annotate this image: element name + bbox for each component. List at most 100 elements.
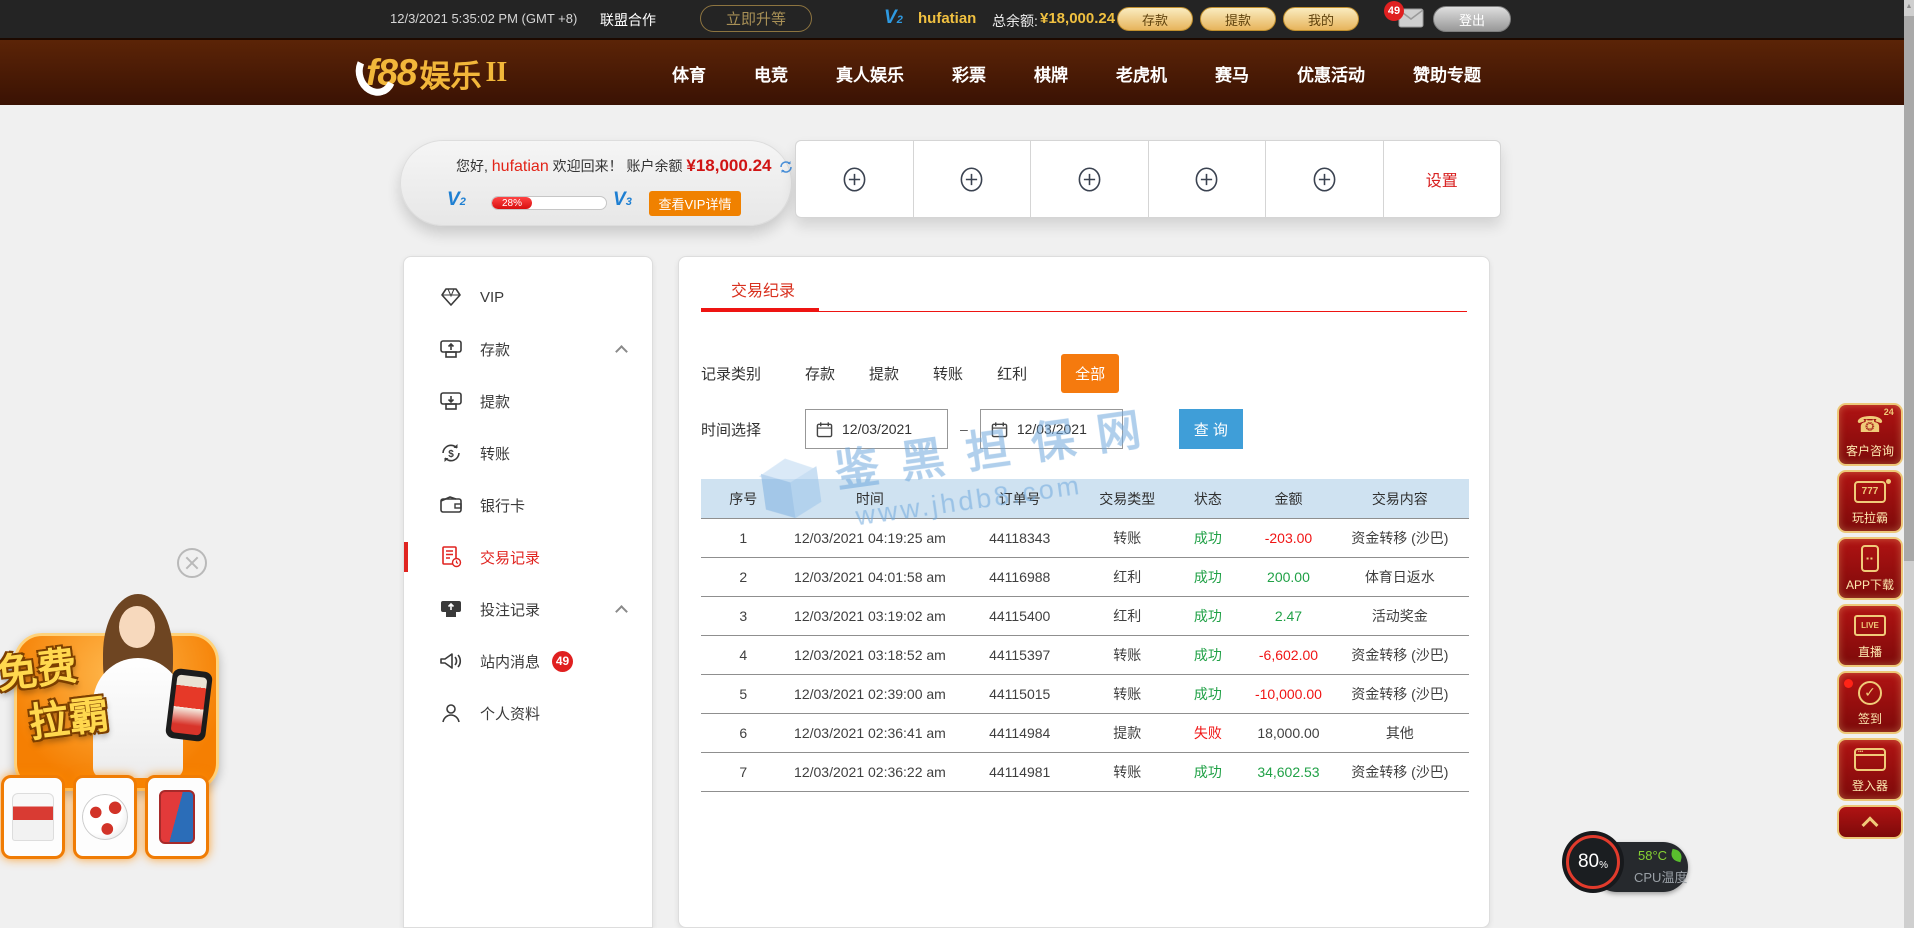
quick-add-slot-1[interactable] [796,141,913,217]
logout-button[interactable]: 登出 [1433,6,1511,32]
page-scrollbar[interactable]: ▲ [1904,0,1914,928]
cpu-temperature-value: 58°C [1638,848,1667,863]
promo-banner[interactable]: 免费 拉霸 [0,585,235,875]
cell-content: 资金转移 (沙巴) [1331,684,1469,704]
cell-time: 12/03/2021 03:18:52 am [785,647,954,663]
vip-level-badge: V2 [884,7,903,29]
cell-no: 5 [701,686,785,702]
withdraw-button[interactable]: 提款 [1200,7,1276,31]
sidebar-item-label: 站内消息 [480,651,540,672]
column-header: 状态 [1169,489,1246,509]
chevron-up-icon[interactable] [615,345,628,358]
sidebar-item-profile[interactable]: 个人资料 [404,687,652,739]
nav-items: 体育 电竞 真人娱乐 彩票 棋牌 老虎机 赛马 优惠活动 赞助专题 [648,40,1505,107]
promo-close-icon[interactable] [177,548,207,578]
sidebar-item-site-messages[interactable]: 站内消息 49 [404,635,652,687]
cell-amount: -203.00 [1246,530,1330,546]
column-header: 交易内容 [1331,489,1469,509]
app-download-button[interactable]: ▪▪ APP下载 [1837,537,1903,600]
nav-item-promotions[interactable]: 优惠活动 [1273,61,1389,86]
filter-transfer[interactable]: 转账 [933,363,963,384]
prize-jersey-thumbnail[interactable] [1,775,65,859]
cell-status: 成功 [1169,567,1246,587]
topbar: 12/3/2021 5:35:02 PM (GMT +8) 联盟合作 立即升等 … [0,0,1914,38]
cell-order: 44115400 [954,608,1085,624]
vip-detail-button[interactable]: 查看VIP详情 [649,191,741,216]
scroll-up-arrow[interactable]: ▲ [1904,0,1914,14]
vip-diamond-icon [438,284,464,310]
search-button[interactable]: 查 询 [1179,409,1243,449]
sidebar-item-bank-card[interactable]: 银行卡 [404,479,652,531]
table-row: 4 12/03/2021 03:18:52 am 44115397 转账 成功 … [701,636,1469,675]
tab-transaction-records[interactable]: 交易纪录 [731,277,795,301]
nav-item-board-games[interactable]: 棋牌 [1010,61,1092,86]
vip-next-badge: V3 [613,189,632,211]
quick-add-slot-3[interactable] [1030,141,1148,217]
cell-amount: -6,602.00 [1246,647,1330,663]
nav-item-slots[interactable]: 老虎机 [1092,61,1191,86]
mail-icon[interactable]: 49 [1398,8,1424,28]
customer-service-button[interactable]: ☎24 客户咨询 [1837,403,1903,466]
sidebar-item-deposit[interactable]: 存款 [404,323,652,375]
filter-withdraw[interactable]: 提款 [869,363,899,384]
check-in-button[interactable]: ✓ 签到 [1837,671,1903,734]
nav-item-sponsorship[interactable]: 赞助专题 [1389,61,1505,86]
scrollbar-thumb[interactable] [1904,16,1914,561]
chevron-up-icon[interactable] [615,605,628,618]
settings-button[interactable]: 设置 [1383,141,1501,217]
sidebar-item-transaction-records[interactable]: 交易记录 [404,531,652,583]
date-from-value: 12/03/2021 [842,421,912,437]
floating-button-label: 登入器 [1852,777,1888,794]
quick-add-slot-2[interactable] [913,141,1031,217]
alliance-link[interactable]: 联盟合作 [600,10,656,30]
plus-circle-icon [841,165,868,194]
date-to-value: 12/03/2021 [1017,421,1087,437]
deposit-button[interactable]: 存款 [1117,7,1193,31]
table-row: 5 12/03/2021 02:39:00 am 44115015 转账 成功 … [701,675,1469,714]
filter-deposit[interactable]: 存款 [805,363,835,384]
nav-item-esports[interactable]: 电竞 [730,61,812,86]
deposit-machine-icon [438,336,464,362]
date-from-input[interactable]: 12/03/2021 [805,409,948,449]
quick-add-slot-4[interactable] [1148,141,1266,217]
cell-time: 12/03/2021 04:01:58 am [785,569,954,585]
nav-item-horse-racing[interactable]: 赛马 [1191,61,1273,86]
column-header: 交易类型 [1085,489,1169,509]
sidebar-item-betting-records[interactable]: 投注记录 [404,583,652,635]
user-info-panel: 您好, hufatian 欢迎回来！ 账户余额 ¥18,000.24 V2 28… [400,140,792,226]
sidebar-item-withdraw[interactable]: 提款 [404,375,652,427]
prize-phone-thumbnail[interactable] [145,775,209,859]
betting-record-icon [438,596,464,622]
transaction-records-panel: 交易纪录 记录类别 存款 提款 转账 红利 全部 时间选择 12/03/2021… [678,256,1490,928]
prize-ball-thumbnail[interactable] [73,775,137,859]
site-logo[interactable]: f88 娱乐 II [356,46,507,100]
service-24-icon: ☎24 [1856,411,1883,439]
cell-content: 资金转移 (沙巴) [1331,528,1469,548]
greeting-prefix: 您好, [456,158,488,174]
logo-suffix: II [485,57,507,89]
refresh-account-balance-icon[interactable] [779,160,793,174]
sidebar-item-vip[interactable]: VIP [404,271,652,323]
launcher-button[interactable]: ••• 登入器 [1837,738,1903,801]
sidebar-item-transfer[interactable]: $ 转账 [404,427,652,479]
upgrade-button[interactable]: 立即升等 [700,5,812,32]
table-header-row: 序号 时间 订单号 交易类型 状态 金额 交易内容 [701,479,1469,519]
system-gauge: 80% 58°C CPU温度 [1566,835,1691,897]
filter-bonus[interactable]: 红利 [997,363,1027,384]
cell-amount: -10,000.00 [1246,686,1330,702]
date-to-input[interactable]: 12/03/2021 [980,409,1123,449]
filter-all[interactable]: 全部 [1061,354,1119,393]
nav-item-live-casino[interactable]: 真人娱乐 [812,61,928,86]
cell-type: 红利 [1085,606,1169,626]
nav-item-lottery[interactable]: 彩票 [928,61,1010,86]
cell-no: 1 [701,530,785,546]
cpu-usage-unit: % [1599,860,1608,871]
nav-item-sports[interactable]: 体育 [648,61,730,86]
cpu-usage-percent: 80 [1578,851,1599,873]
play-slots-button[interactable]: 777 玩拉霸 [1837,470,1903,533]
live-stream-button[interactable]: LIVE 直播 [1837,604,1903,667]
cell-type: 红利 [1085,567,1169,587]
collapse-toolbar-button[interactable] [1837,805,1903,839]
quick-add-slot-5[interactable] [1265,141,1383,217]
mine-button[interactable]: 我的 [1283,7,1359,31]
